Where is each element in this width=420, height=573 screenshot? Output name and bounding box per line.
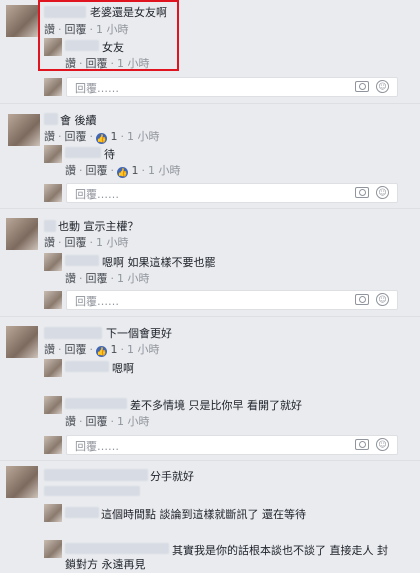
avatar <box>44 184 62 202</box>
reply-text: 這個時間點 談論到這樣就斷訊了 還在等待 <box>101 508 306 521</box>
camera-icon[interactable] <box>355 187 369 198</box>
avatar[interactable] <box>44 396 62 414</box>
commenter-name[interactable] <box>65 398 127 409</box>
like-count[interactable]: 1 <box>132 164 139 177</box>
emoji-icon[interactable]: ☺ <box>376 438 389 451</box>
commenter-name[interactable] <box>65 507 99 518</box>
reply-text: 差不多情境 只是比你早 看開了就好 <box>130 399 302 412</box>
avatar[interactable] <box>6 218 38 250</box>
reply-text: 嗯啊 如果這樣不要也罷 <box>102 256 216 269</box>
emoji-icon[interactable]: ☺ <box>376 186 389 199</box>
timestamp[interactable]: 1 小時 <box>117 415 150 428</box>
reply-input[interactable]: 回覆…… ☺ <box>66 183 398 203</box>
avatar[interactable] <box>6 326 38 358</box>
like-link[interactable]: 讚 <box>65 415 76 428</box>
comment-actions: 讚 · 回覆 · 👍 1 · 1 小時 <box>44 130 160 144</box>
emoji-icon[interactable]: ☺ <box>376 293 389 306</box>
reply-actions: 讚 · 回覆 · 1 小時 <box>65 272 150 285</box>
avatar <box>44 291 62 309</box>
divider <box>0 460 420 461</box>
divider <box>0 208 420 209</box>
reply-text-continued: 鎖對方 永遠再見 <box>65 558 146 571</box>
avatar[interactable] <box>6 466 38 498</box>
comment-actions <box>44 486 140 496</box>
comment-text: 下一個會更好 <box>106 327 172 340</box>
avatar[interactable] <box>44 253 62 271</box>
commenter-name[interactable] <box>44 327 102 339</box>
comment-text: 會 後續 <box>60 114 97 127</box>
avatar <box>44 78 62 96</box>
reply-text: 嗯啊 <box>112 362 134 375</box>
timestamp[interactable]: 1 小時 <box>127 343 160 356</box>
avatar[interactable] <box>6 5 38 37</box>
like-link[interactable]: 讚 <box>65 272 76 285</box>
comment-text: 分手就好 <box>150 470 194 483</box>
reply-input[interactable]: 回覆…… ☺ <box>66 290 398 310</box>
highlight-box <box>38 0 179 71</box>
like-count[interactable]: 1 <box>111 343 118 356</box>
avatar <box>44 436 62 454</box>
reply-text: 待 <box>104 148 115 161</box>
timestamp[interactable]: 1 小時 <box>127 130 160 143</box>
reply-input[interactable]: 回覆…… ☺ <box>66 77 398 97</box>
like-link[interactable]: 讚 <box>65 164 76 177</box>
like-count[interactable]: 1 <box>111 130 118 143</box>
avatar[interactable] <box>44 359 62 377</box>
like-reaction-icon[interactable]: 👍 <box>96 133 107 144</box>
avatar[interactable] <box>8 114 40 146</box>
commenter-name[interactable] <box>65 361 109 372</box>
commenter-name[interactable] <box>65 147 101 158</box>
commenter-name[interactable] <box>44 220 56 232</box>
like-link[interactable]: 讚 <box>44 343 55 356</box>
reply-link[interactable]: 回覆 <box>86 164 108 177</box>
divider <box>0 316 420 317</box>
camera-icon[interactable] <box>355 81 369 92</box>
like-reaction-icon[interactable]: 👍 <box>96 346 107 357</box>
avatar[interactable] <box>44 504 62 522</box>
avatar[interactable] <box>44 145 62 163</box>
commenter-name[interactable] <box>65 543 169 554</box>
reply-link[interactable]: 回覆 <box>65 130 87 143</box>
like-link[interactable]: 讚 <box>44 130 55 143</box>
commenter-name[interactable] <box>65 255 99 266</box>
timestamp[interactable]: 1 小時 <box>148 164 181 177</box>
reply-link[interactable]: 回覆 <box>86 272 108 285</box>
reply-actions: 讚 · 回覆 · 1 小時 <box>65 415 150 428</box>
comment-text: 也動 宣示主權？ <box>58 220 139 233</box>
reply-actions: 讚 · 回覆 · 👍 1 · 1 小時 <box>65 164 181 178</box>
divider <box>0 103 420 104</box>
camera-icon[interactable] <box>355 294 369 305</box>
timestamp[interactable]: 1 小時 <box>96 236 129 249</box>
timestamp[interactable]: 1 小時 <box>117 272 150 285</box>
commenter-name[interactable] <box>44 113 58 125</box>
comment-actions: 讚 · 回覆 · 👍 1 · 1 小時 <box>44 343 160 357</box>
reply-link[interactable]: 回覆 <box>65 343 87 356</box>
emoji-icon[interactable]: ☺ <box>376 80 389 93</box>
comment-actions: 讚 · 回覆 · 1 小時 <box>44 236 129 249</box>
avatar[interactable] <box>44 540 62 558</box>
reply-link[interactable]: 回覆 <box>86 415 108 428</box>
commenter-name[interactable] <box>44 469 148 481</box>
camera-icon[interactable] <box>355 439 369 450</box>
reply-link[interactable]: 回覆 <box>65 236 87 249</box>
like-link[interactable]: 讚 <box>44 236 55 249</box>
reply-input[interactable]: 回覆…… ☺ <box>66 435 398 455</box>
like-reaction-icon[interactable]: 👍 <box>117 167 128 178</box>
reply-text: 其實我是你的話根本談也不談了 直接走人 封 <box>172 544 388 557</box>
